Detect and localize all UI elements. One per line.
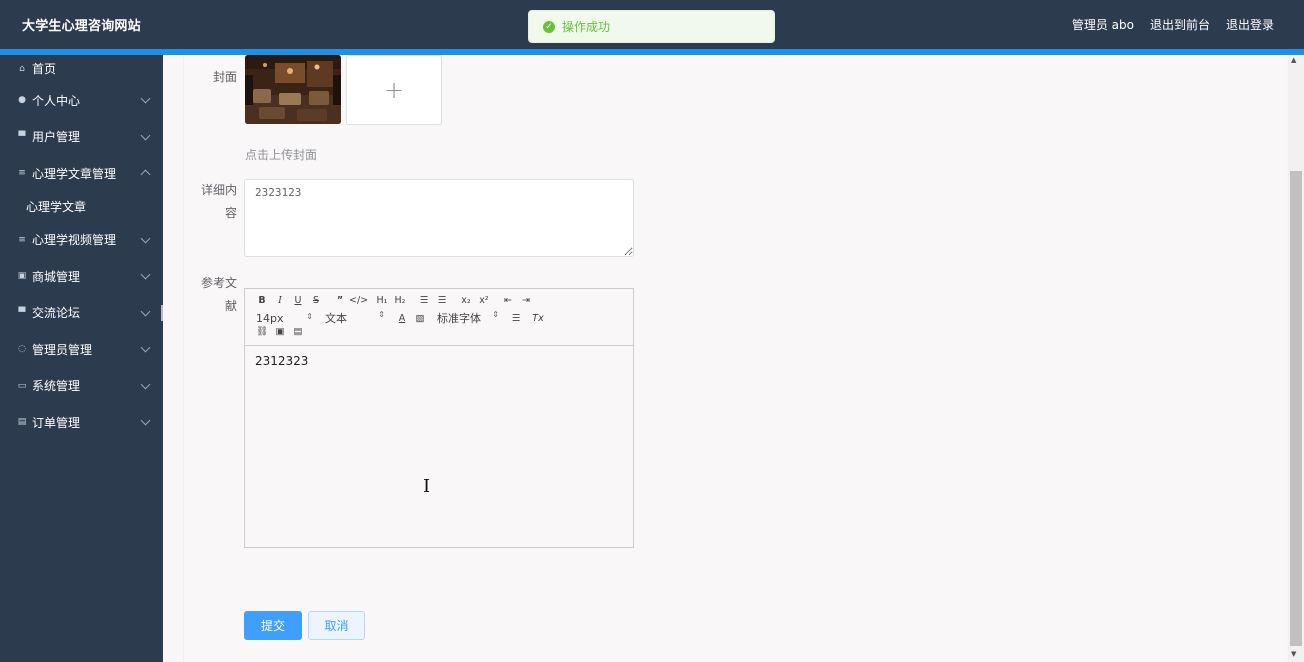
- outdent-button[interactable]: ⇤: [499, 295, 517, 306]
- cancel-button[interactable]: 取消: [308, 611, 365, 640]
- clipboard-icon: ▤: [17, 417, 27, 428]
- detail-label-line2: 容: [224, 206, 237, 220]
- editor-content[interactable]: 2312323: [245, 346, 633, 376]
- sidebar-subitem-article[interactable]: 心理学文章: [0, 192, 163, 222]
- bold-button[interactable]: B: [253, 295, 271, 306]
- italic-button[interactable]: I: [271, 295, 289, 306]
- chevron-down-icon: [140, 130, 151, 140]
- upload-hint: 点击上传封面: [245, 148, 318, 162]
- sidebar-item-label: 心理学文章: [26, 200, 87, 214]
- reference-label-line1: 参考文: [200, 276, 237, 290]
- ordered-list-button[interactable]: ☰: [415, 295, 433, 306]
- sidebar-item-label: 心理学视频管理: [32, 233, 117, 248]
- picture-icon: ▣: [17, 271, 27, 282]
- sidebar-item-label: 用户管理: [32, 130, 81, 145]
- sidebar-item-label: 个人中心: [32, 93, 81, 108]
- chevron-down-icon: [140, 93, 151, 104]
- bullet-list-button[interactable]: ☰: [433, 295, 451, 306]
- scroll-down-arrow-icon[interactable]: ▼: [1291, 650, 1296, 658]
- sidebar-item-label: 商城管理: [32, 269, 81, 284]
- sidebar-item-label: 系统管理: [32, 379, 81, 394]
- chevron-down-icon: [140, 415, 151, 426]
- sidebar: ⌂ 首页 ● 个人中心 ▀ 用户管理 ≡ 心理学文章管理 心理学文章 ≡ 心理学…: [0, 55, 163, 662]
- logout-link[interactable]: 退出登录: [1226, 16, 1274, 33]
- sidebar-item-home[interactable]: ⌂ 首页: [0, 55, 163, 82]
- chevron-up-icon: [140, 169, 151, 180]
- sidebar-item-profile[interactable]: ● 个人中心: [0, 82, 163, 119]
- align-button[interactable]: ☰: [507, 313, 525, 324]
- strike-button[interactable]: S: [307, 295, 325, 306]
- header2-button[interactable]: H₂: [391, 295, 409, 306]
- sidebar-item-shop[interactable]: ▣ 商城管理: [0, 258, 163, 295]
- menu-icon: ≡: [18, 234, 26, 245]
- sidebar-item-forum[interactable]: ▀ 交流论坛: [0, 295, 163, 332]
- underline-button[interactable]: U: [289, 295, 307, 306]
- menu-icon: ≡: [18, 168, 26, 179]
- subscript-button[interactable]: x₂: [457, 295, 475, 306]
- plus-icon: +: [383, 76, 405, 104]
- sidebar-item-videos[interactable]: ≡ 心理学视频管理: [0, 222, 163, 259]
- blockquote-button[interactable]: ”: [331, 295, 349, 306]
- chevron-down-icon: [140, 379, 151, 389]
- cover-thumbnail[interactable]: [245, 55, 341, 124]
- clear-format-button[interactable]: Tx: [529, 313, 547, 324]
- monitor-icon: ▀: [18, 131, 26, 142]
- toast-message: 操作成功: [562, 20, 611, 34]
- sidebar-item-system[interactable]: ▭ 系统管理: [0, 368, 163, 405]
- sidebar-item-label: 心理学文章管理: [32, 166, 117, 181]
- font-family-select[interactable]: 标准字体: [437, 310, 499, 326]
- image-button[interactable]: ▣: [271, 326, 289, 337]
- success-toast: ✓ 操作成功: [528, 10, 775, 43]
- sidebar-item-label: 首页: [32, 62, 57, 76]
- font-size-select[interactable]: 14px: [253, 312, 313, 325]
- video-button[interactable]: ▤: [289, 326, 307, 337]
- text-cursor-icon: I: [423, 476, 431, 497]
- sidebar-item-orders[interactable]: ▤ 订单管理: [0, 404, 163, 441]
- sidebar-item-label: 管理员管理: [32, 342, 93, 357]
- sidebar-item-label: 订单管理: [32, 415, 81, 430]
- sidebar-item-label: 交流论坛: [32, 306, 81, 321]
- code-block-button[interactable]: </>: [349, 295, 368, 306]
- cover-upload-button[interactable]: +: [346, 55, 442, 125]
- detail-label-line1: 详细内: [200, 183, 237, 197]
- sidebar-item-users[interactable]: ▀ 用户管理: [0, 119, 163, 156]
- chevron-down-icon: [140, 269, 151, 280]
- site-title: 大学生心理咨询网站: [22, 19, 141, 34]
- check-circle-icon: ✓: [543, 20, 555, 33]
- cover-label: 封面: [212, 70, 237, 84]
- format-select[interactable]: 文本: [325, 310, 385, 326]
- loading-icon: ◌: [18, 344, 26, 355]
- indent-button[interactable]: ⇥: [517, 295, 535, 306]
- chevron-down-icon: [140, 233, 151, 243]
- monitor-icon: ▀: [18, 307, 26, 318]
- user-icon: ●: [18, 95, 26, 106]
- reference-label-line2: 献: [224, 299, 237, 313]
- scrollbar-thumb[interactable]: [1290, 171, 1302, 646]
- link-button[interactable]: ⛓: [253, 326, 271, 337]
- reference-label: 参考文 献: [195, 272, 237, 318]
- home-icon: ⌂: [19, 63, 25, 74]
- superscript-button[interactable]: x²: [475, 295, 493, 306]
- cover-image: [245, 55, 341, 124]
- chat-icon: ▭: [17, 380, 27, 391]
- header-actions: 管理员 abo 退出到前台 退出登录: [1072, 16, 1274, 33]
- submit-button[interactable]: 提交: [244, 611, 302, 640]
- detail-textarea[interactable]: [244, 179, 634, 257]
- admin-label: 管理员 abo: [1071, 18, 1134, 32]
- chevron-down-icon: [140, 342, 151, 353]
- detail-label: 详细内 容: [195, 179, 237, 225]
- header1-button[interactable]: H₁: [373, 295, 391, 306]
- scroll-up-arrow-icon[interactable]: ▲: [1291, 56, 1296, 64]
- font-color-button[interactable]: A: [393, 313, 411, 324]
- frontend-link[interactable]: 退出到前台: [1150, 16, 1210, 33]
- sidebar-item-admins[interactable]: ◌ 管理员管理: [0, 331, 163, 368]
- chevron-down-icon: [140, 306, 151, 316]
- sidebar-item-articles[interactable]: ≡ 心理学文章管理: [0, 155, 163, 192]
- rich-text-editor: B I U S ” </> H₁ H₂ ☰ ☰ x₂ x² ⇤ ⇥ 14px 文…: [244, 288, 634, 548]
- background-color-button[interactable]: ▧: [411, 313, 429, 324]
- editor-toolbar: B I U S ” </> H₁ H₂ ☰ ☰ x₂ x² ⇤ ⇥ 14px 文…: [245, 289, 633, 346]
